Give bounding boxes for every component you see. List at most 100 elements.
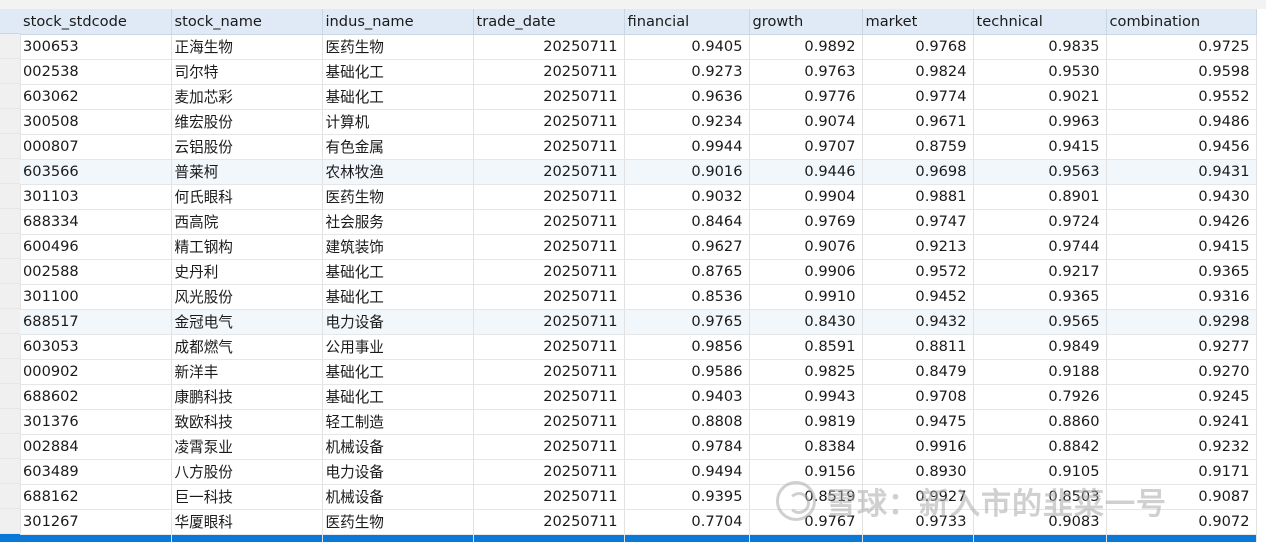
cell-growth[interactable]: 0.9074	[749, 109, 863, 135]
cell-indus-name[interactable]: 医药生物	[322, 184, 474, 210]
cell-stock-stdcode[interactable]: 301103	[20, 184, 172, 210]
cell-financial[interactable]: 0.8765	[624, 259, 750, 285]
selected-row-cell[interactable]	[749, 534, 863, 542]
selected-row-cell[interactable]	[624, 534, 750, 542]
cell-financial[interactable]: 0.9784	[624, 434, 750, 460]
table-row[interactable]: 603566 普莱柯 农林牧渔 20250711 0.9016 0.9446 0.9698 0…	[20, 159, 1257, 185]
cell-stock-stdcode[interactable]: 002538	[20, 59, 172, 85]
cell-stock-name[interactable]: 金冠电气	[171, 309, 323, 335]
cell-stock-name[interactable]: 风光股份	[171, 284, 323, 310]
cell-trade-date[interactable]: 20250711	[473, 234, 625, 260]
cell-technical[interactable]: 0.9021	[973, 84, 1107, 110]
table-row[interactable]: 688602 康鹏科技 基础化工 20250711 0.9403 0.9943 0.9708…	[20, 384, 1257, 410]
cell-indus-name[interactable]: 电力设备	[322, 459, 474, 485]
cell-stock-name[interactable]: 巨一科技	[171, 484, 323, 510]
cell-market[interactable]: 0.9572	[862, 259, 974, 285]
row-selector[interactable]	[0, 34, 20, 59]
cell-financial[interactable]: 0.9944	[624, 134, 750, 160]
cell-stock-name[interactable]: 八方股份	[171, 459, 323, 485]
cell-market[interactable]: 0.9916	[862, 434, 974, 460]
cell-trade-date[interactable]: 20250711	[473, 409, 625, 435]
row-selector[interactable]	[0, 109, 20, 134]
table-row[interactable]: 301376 致欧科技 轻工制造 20250711 0.8808 0.9819 0.9475…	[20, 409, 1257, 435]
cell-indus-name[interactable]: 基础化工	[322, 284, 474, 310]
cell-indus-name[interactable]: 医药生物	[322, 34, 474, 60]
cell-indus-name[interactable]: 基础化工	[322, 384, 474, 410]
cell-trade-date[interactable]: 20250711	[473, 459, 625, 485]
cell-trade-date[interactable]: 20250711	[473, 134, 625, 160]
cell-financial[interactable]: 0.8464	[624, 209, 750, 235]
selected-row-cell[interactable]	[973, 534, 1107, 542]
cell-indus-name[interactable]: 机械设备	[322, 484, 474, 510]
cell-combination[interactable]: 0.9087	[1106, 484, 1257, 510]
table-row[interactable]: 688334 西高院 社会服务 20250711 0.8464 0.9769 0.9747 0…	[20, 209, 1257, 235]
cell-growth[interactable]: 0.9906	[749, 259, 863, 285]
cell-trade-date[interactable]: 20250711	[473, 484, 625, 510]
cell-market[interactable]: 0.8930	[862, 459, 974, 485]
cell-financial[interactable]: 0.9627	[624, 234, 750, 260]
cell-financial[interactable]: 0.9234	[624, 109, 750, 135]
table-row[interactable]: 688517 金冠电气 电力设备 20250711 0.9765 0.8430 0.9432…	[20, 309, 1257, 335]
row-selector[interactable]	[0, 409, 20, 434]
cell-market[interactable]: 0.9881	[862, 184, 974, 210]
cell-trade-date[interactable]: 20250711	[473, 284, 625, 310]
column-header-market[interactable]: market	[862, 9, 974, 35]
row-selector[interactable]	[0, 359, 20, 384]
cell-market[interactable]: 0.8759	[862, 134, 974, 160]
cell-indus-name[interactable]: 基础化工	[322, 84, 474, 110]
cell-financial[interactable]: 0.9765	[624, 309, 750, 335]
cell-market[interactable]: 0.9747	[862, 209, 974, 235]
cell-trade-date[interactable]: 20250711	[473, 59, 625, 85]
cell-stock-name[interactable]: 云铝股份	[171, 134, 323, 160]
cell-combination[interactable]: 0.9171	[1106, 459, 1257, 485]
cell-stock-stdcode[interactable]: 603489	[20, 459, 172, 485]
cell-stock-stdcode[interactable]: 603566	[20, 159, 172, 185]
cell-stock-stdcode[interactable]: 301376	[20, 409, 172, 435]
cell-combination[interactable]: 0.9486	[1106, 109, 1257, 135]
cell-indus-name[interactable]: 基础化工	[322, 259, 474, 285]
cell-growth[interactable]: 0.8384	[749, 434, 863, 460]
cell-technical[interactable]: 0.9563	[973, 159, 1107, 185]
cell-stock-stdcode[interactable]: 603062	[20, 84, 172, 110]
cell-indus-name[interactable]: 轻工制造	[322, 409, 474, 435]
cell-growth[interactable]: 0.8430	[749, 309, 863, 335]
cell-stock-stdcode[interactable]: 600496	[20, 234, 172, 260]
cell-market[interactable]: 0.9708	[862, 384, 974, 410]
row-selector[interactable]	[0, 384, 20, 409]
table-row[interactable]: 000807 云铝股份 有色金属 20250711 0.9944 0.9707 0.8759…	[20, 134, 1257, 160]
cell-stock-name[interactable]: 成都燃气	[171, 334, 323, 360]
cell-indus-name[interactable]: 医药生物	[322, 509, 474, 535]
cell-stock-name[interactable]: 凌霄泵业	[171, 434, 323, 460]
cell-technical[interactable]: 0.8901	[973, 184, 1107, 210]
table-row[interactable]: 300508 维宏股份 计算机 20250711 0.9234 0.9074 0.9671 0…	[20, 109, 1257, 135]
cell-technical[interactable]: 0.9083	[973, 509, 1107, 535]
row-selector[interactable]	[0, 159, 20, 184]
cell-growth[interactable]: 0.9076	[749, 234, 863, 260]
cell-market[interactable]: 0.9475	[862, 409, 974, 435]
cell-combination[interactable]: 0.9072	[1106, 509, 1257, 535]
cell-combination[interactable]: 0.9298	[1106, 309, 1257, 335]
row-selector[interactable]	[0, 484, 20, 509]
cell-indus-name[interactable]: 公用事业	[322, 334, 474, 360]
cell-market[interactable]: 0.9824	[862, 59, 974, 85]
cell-indus-name[interactable]: 建筑装饰	[322, 234, 474, 260]
row-selector[interactable]	[0, 59, 20, 84]
row-selector[interactable]	[0, 509, 20, 534]
cell-growth[interactable]: 0.9892	[749, 34, 863, 60]
cell-technical[interactable]: 0.8503	[973, 484, 1107, 510]
cell-financial[interactable]: 0.8808	[624, 409, 750, 435]
cell-technical[interactable]: 0.9963	[973, 109, 1107, 135]
cell-stock-name[interactable]: 普莱柯	[171, 159, 323, 185]
cell-technical[interactable]: 0.9835	[973, 34, 1107, 60]
cell-stock-stdcode[interactable]: 688602	[20, 384, 172, 410]
row-selector[interactable]	[0, 434, 20, 459]
cell-combination[interactable]: 0.9426	[1106, 209, 1257, 235]
cell-combination[interactable]: 0.9241	[1106, 409, 1257, 435]
cell-combination[interactable]: 0.9431	[1106, 159, 1257, 185]
cell-stock-name[interactable]: 康鹏科技	[171, 384, 323, 410]
cell-technical[interactable]: 0.8842	[973, 434, 1107, 460]
column-header-growth[interactable]: growth	[749, 9, 863, 35]
cell-stock-name[interactable]: 正海生物	[171, 34, 323, 60]
cell-technical[interactable]: 0.9217	[973, 259, 1107, 285]
cell-market[interactable]: 0.9671	[862, 109, 974, 135]
